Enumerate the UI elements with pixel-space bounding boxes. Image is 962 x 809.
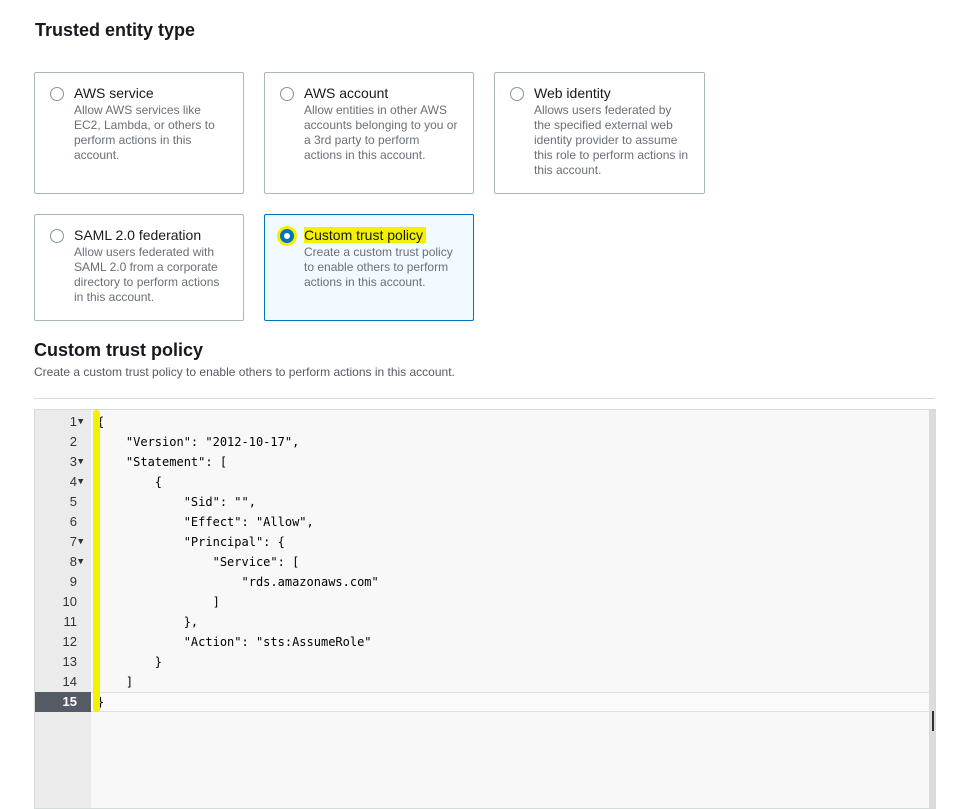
tile-description: Allows users federated by the specified … bbox=[534, 103, 689, 177]
tile-web-identity[interactable]: Web identity Allows users federated by t… bbox=[494, 72, 705, 194]
radio-aws-service[interactable] bbox=[50, 87, 64, 101]
tile-saml-federation[interactable]: SAML 2.0 federation Allow users federate… bbox=[34, 214, 244, 321]
radio-saml-federation[interactable] bbox=[50, 229, 64, 243]
tile-title: AWS account bbox=[304, 85, 389, 101]
code-text: "Action": "sts:AssumeRole" bbox=[97, 635, 372, 649]
radio-custom-trust-policy[interactable] bbox=[280, 229, 294, 243]
trusted-entity-type-heading: Trusted entity type bbox=[35, 20, 196, 40]
tile-description: Create a custom trust policy to enable o… bbox=[304, 245, 453, 289]
tile-description: Allow AWS services like EC2, Lambda, or … bbox=[74, 103, 215, 162]
line-number: 9 bbox=[69, 574, 77, 589]
fold-toggle-icon[interactable]: ▼ bbox=[78, 532, 83, 552]
tile-description: Allow users federated with SAML 2.0 from… bbox=[74, 245, 220, 304]
code-text: } bbox=[97, 655, 163, 669]
custom-trust-policy-heading: Custom trust policy bbox=[34, 340, 204, 360]
fold-toggle-icon[interactable]: ▼ bbox=[78, 412, 83, 432]
fold-toggle-icon[interactable]: ▼ bbox=[78, 472, 83, 492]
code-line: 11 }, bbox=[35, 612, 935, 632]
code-line: 10 ] bbox=[35, 592, 935, 612]
code-text: ] bbox=[97, 595, 220, 609]
tile-description: Allow entities in other AWS accounts bel… bbox=[304, 103, 458, 162]
line-number: 14 bbox=[62, 674, 77, 689]
radio-web-identity[interactable] bbox=[510, 87, 524, 101]
tile-title: AWS service bbox=[74, 85, 154, 101]
line-number: 7 bbox=[69, 534, 77, 549]
code-line: 6 "Effect": "Allow", bbox=[35, 512, 935, 532]
line-number: 1 bbox=[69, 414, 77, 429]
code-line: 3 ▼ "Statement": [ bbox=[35, 452, 935, 472]
code-line: 14 ] bbox=[35, 672, 935, 692]
code-line: 12 "Action": "sts:AssumeRole" bbox=[35, 632, 935, 652]
radio-aws-account[interactable] bbox=[280, 87, 294, 101]
fold-toggle-icon[interactable]: ▼ bbox=[78, 452, 83, 472]
line-number: 4 bbox=[69, 474, 77, 489]
code-text: }, bbox=[97, 615, 199, 629]
line-number: 3 bbox=[69, 454, 77, 469]
code-line: 1 ▼{ bbox=[35, 412, 935, 432]
code-line: 5 "Sid": "", bbox=[35, 492, 935, 512]
line-number: 2 bbox=[69, 434, 77, 449]
code-text: "Service": [ bbox=[97, 555, 300, 569]
tile-title: Custom trust policy bbox=[304, 227, 427, 243]
code-text: "Statement": [ bbox=[97, 455, 228, 469]
code-line: 2 "Version": "2012-10-17", bbox=[35, 432, 935, 452]
code-line: 4 ▼ { bbox=[35, 472, 935, 492]
policy-code-editor[interactable]: 15 1 ▼{2 "Version": "2012-10-17", 3 ▼ "Stat… bbox=[34, 409, 936, 809]
line-number: 6 bbox=[69, 514, 77, 529]
code-line: 9 "rds.amazonaws.com" bbox=[35, 572, 935, 592]
editor-scrollbar[interactable] bbox=[929, 410, 935, 808]
fold-toggle-icon[interactable]: ▼ bbox=[78, 552, 83, 572]
divider bbox=[34, 398, 935, 399]
code-text: ] bbox=[97, 675, 134, 689]
tile-title: Web identity bbox=[534, 85, 611, 101]
code-text: "Sid": "", bbox=[97, 495, 256, 509]
tile-custom-trust-policy[interactable]: Custom trust policy Create a custom trus… bbox=[264, 214, 474, 321]
line-number: 13 bbox=[62, 654, 77, 669]
code-text: "Effect": "Allow", bbox=[97, 515, 314, 529]
code-text: "rds.amazonaws.com" bbox=[97, 575, 379, 589]
code-line: 8 ▼ "Service": [ bbox=[35, 552, 935, 572]
code-text: "Principal": { bbox=[97, 535, 285, 549]
line-number: 10 bbox=[62, 594, 77, 609]
editor-resize-handle[interactable] bbox=[932, 711, 934, 731]
line-number: 12 bbox=[62, 634, 77, 649]
line-number: 11 bbox=[63, 614, 78, 629]
tile-aws-service[interactable]: AWS service Allow AWS services like EC2,… bbox=[34, 72, 244, 194]
custom-trust-policy-description: Create a custom trust policy to enable o… bbox=[34, 365, 455, 379]
code-text: { bbox=[97, 475, 163, 489]
code-line: 13 } bbox=[35, 652, 935, 672]
line-number: 5 bbox=[69, 494, 77, 509]
line-number: 8 bbox=[69, 554, 77, 569]
code-line: 7 ▼ "Principal": { bbox=[35, 532, 935, 552]
tile-title: SAML 2.0 federation bbox=[74, 227, 202, 243]
highlight-annotation bbox=[93, 410, 100, 712]
code-text: "Version": "2012-10-17", bbox=[97, 435, 300, 449]
tile-aws-account[interactable]: AWS account Allow entities in other AWS … bbox=[264, 72, 474, 194]
code-line: } bbox=[35, 692, 935, 712]
